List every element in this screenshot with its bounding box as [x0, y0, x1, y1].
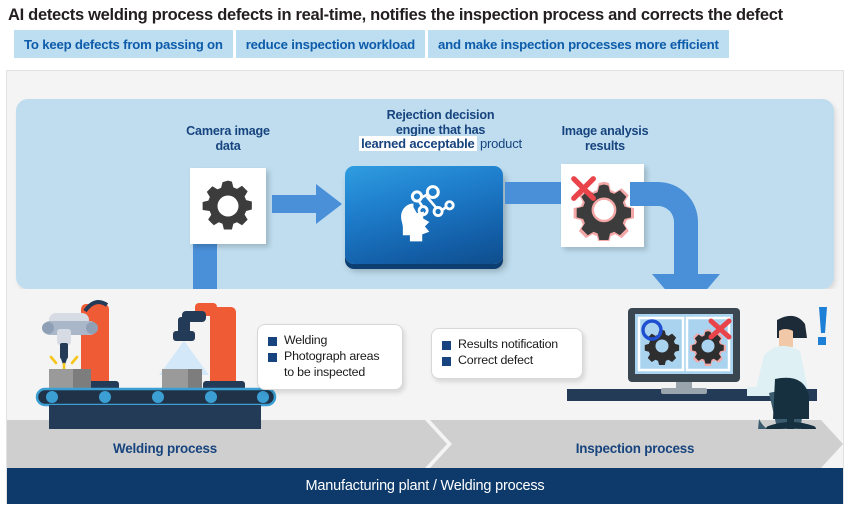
gear-icon — [202, 180, 252, 230]
square-bullet-icon — [442, 356, 451, 366]
ai-brain-network-icon — [401, 185, 455, 242]
engine-label-line3: learned acceptable product — [333, 136, 548, 152]
infographic-root: AI detects welding process defects in re… — [0, 0, 850, 510]
callout-inspection-item-1: Correct defect — [458, 353, 534, 368]
image-analysis-label: Image analysis results — [540, 124, 670, 153]
engine-label-tail: product — [476, 136, 522, 151]
callout-inspection-item-0: Results notification — [458, 337, 558, 351]
page-title: AI detects welding process defects in re… — [8, 5, 783, 24]
subtitle-chip-1: To keep defects from passing on — [14, 30, 233, 58]
callout-welding-item-1: Photograph areas — [284, 349, 380, 364]
subtitle-chip-2: reduce inspection workload — [235, 30, 425, 58]
callout-welding-item-0: Welding — [284, 333, 328, 347]
conveyor-belt — [35, 387, 277, 429]
list-item: Results notification — [442, 337, 572, 352]
callout-welding-list: Welding Photograph areas to be inspected — [268, 333, 392, 380]
callout-inspection-list: Results notification Correct defect — [442, 337, 572, 369]
list-item: Photograph areas to be inspected — [268, 349, 392, 380]
callout-welding-item-2: to be inspected — [284, 364, 366, 379]
stage-label-inspection: Inspection process — [575, 441, 695, 456]
subtitle-chip-3: and make inspection processes more effic… — [427, 30, 729, 58]
engine-label-highlight: learned acceptable — [359, 136, 477, 151]
rejection-engine-label: Rejection decision engine that has learn… — [333, 108, 548, 152]
engine-to-analysis-connector — [505, 182, 563, 204]
engine-label-line1: Rejection decision — [386, 108, 495, 122]
ai-engine-box — [345, 166, 503, 264]
defect-gear-icon — [570, 175, 634, 241]
analysis-label-line2: results — [585, 138, 625, 153]
camera-label-line2: data — [215, 138, 241, 153]
analysis-label-line1: Image analysis — [561, 124, 649, 138]
subtitle-chip-row: To keep defects from passing on reduce i… — [14, 30, 729, 58]
callout-welding: Welding Photograph areas to be inspected — [257, 324, 403, 391]
list-item: Welding — [268, 333, 392, 348]
arrow-camera-to-engine-icon — [272, 184, 342, 224]
list-item: Correct defect — [442, 353, 572, 368]
camera-image-data-label: Camera image data — [163, 124, 293, 153]
camera-image-card — [190, 168, 266, 244]
bottom-banner: Manufacturing plant / Welding process — [7, 468, 843, 504]
square-bullet-icon — [268, 352, 277, 362]
square-bullet-icon — [442, 340, 451, 350]
inspection-monitor-icon — [628, 308, 740, 394]
square-bullet-icon — [268, 336, 277, 346]
engine-label-line2: engine that has — [395, 122, 486, 137]
factory-floor-scene — [7, 289, 843, 429]
callout-inspection: Results notification Correct defect — [431, 328, 583, 379]
camera-label-line1: Camera image — [186, 124, 270, 138]
stage-label-welding: Welding process — [113, 441, 217, 456]
